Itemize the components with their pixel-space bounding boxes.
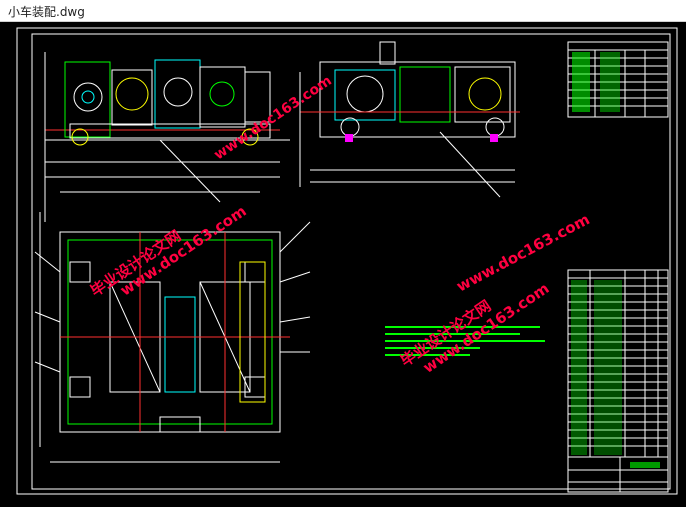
tech-spec-table: [567, 41, 669, 118]
watermark-2: www.doc163.com: [211, 73, 335, 164]
window-title-bar: 小车装配.dwg: [0, 0, 686, 22]
window-title: 小车装配.dwg: [8, 5, 85, 19]
watermark-url-2: www.doc163.com: [211, 73, 335, 164]
parts-list-table: [567, 269, 669, 493]
cad-drawing: 毕业设计论文网 www.doc163.com www.doc163.com 毕业…: [16, 27, 678, 495]
cad-drawing-canvas[interactable]: 毕业设计论文网 www.doc163.com www.doc163.com 毕业…: [0, 22, 686, 503]
side-view: [299, 41, 520, 198]
watermark-url-1: www.doc163.com: [117, 202, 250, 300]
